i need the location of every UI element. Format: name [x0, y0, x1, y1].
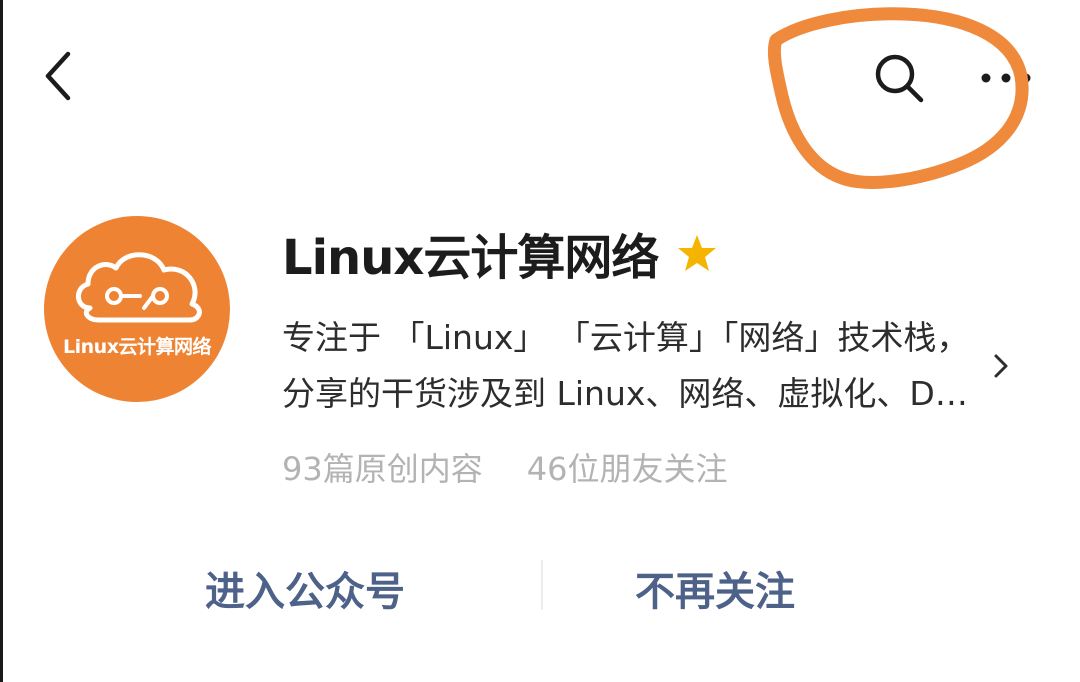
account-description-link[interactable]: 专注于 「Linux」 「云计算」「网络」技术栈，分享的干货涉及到 Linux、… [282, 310, 1042, 422]
search-icon [875, 54, 924, 103]
back-button[interactable] [30, 46, 86, 106]
more-button[interactable] [968, 50, 1048, 106]
account-stats: 93篇原创内容 46位朋友关注 [282, 442, 727, 492]
avatar-logo-text: Linux云计算网络 [63, 336, 211, 358]
screen-edge [0, 0, 3, 682]
cloud-logo-icon [76, 252, 202, 323]
unfollow-button[interactable]: 不再关注 [520, 552, 910, 624]
star-badge [676, 232, 718, 274]
stat-followers: 46位朋友关注 [526, 450, 728, 488]
more-dots-icon [981, 73, 1031, 83]
account-name: Linux云计算网络 [282, 230, 659, 286]
action-bar: 进入公众号 不再关注 [110, 552, 970, 624]
enter-account-button[interactable]: 进入公众号 [110, 552, 500, 624]
stat-articles: 93篇原创内容 [282, 450, 483, 488]
account-profile-page: Linux云计算网络 Linux云计算网络 专注于 「Linux」 「云计算」「… [0, 0, 1080, 682]
avatar[interactable]: Linux云计算网络 [44, 216, 230, 402]
star-icon [678, 235, 717, 271]
chevron-left-icon [45, 51, 71, 101]
account-name-row: Linux云计算网络 [282, 216, 982, 290]
search-button[interactable] [864, 46, 934, 110]
account-description: 专注于 「Linux」 「云计算」「网络」技术栈，分享的干货涉及到 Linux、… [282, 318, 974, 413]
chevron-right-icon [986, 346, 1016, 386]
